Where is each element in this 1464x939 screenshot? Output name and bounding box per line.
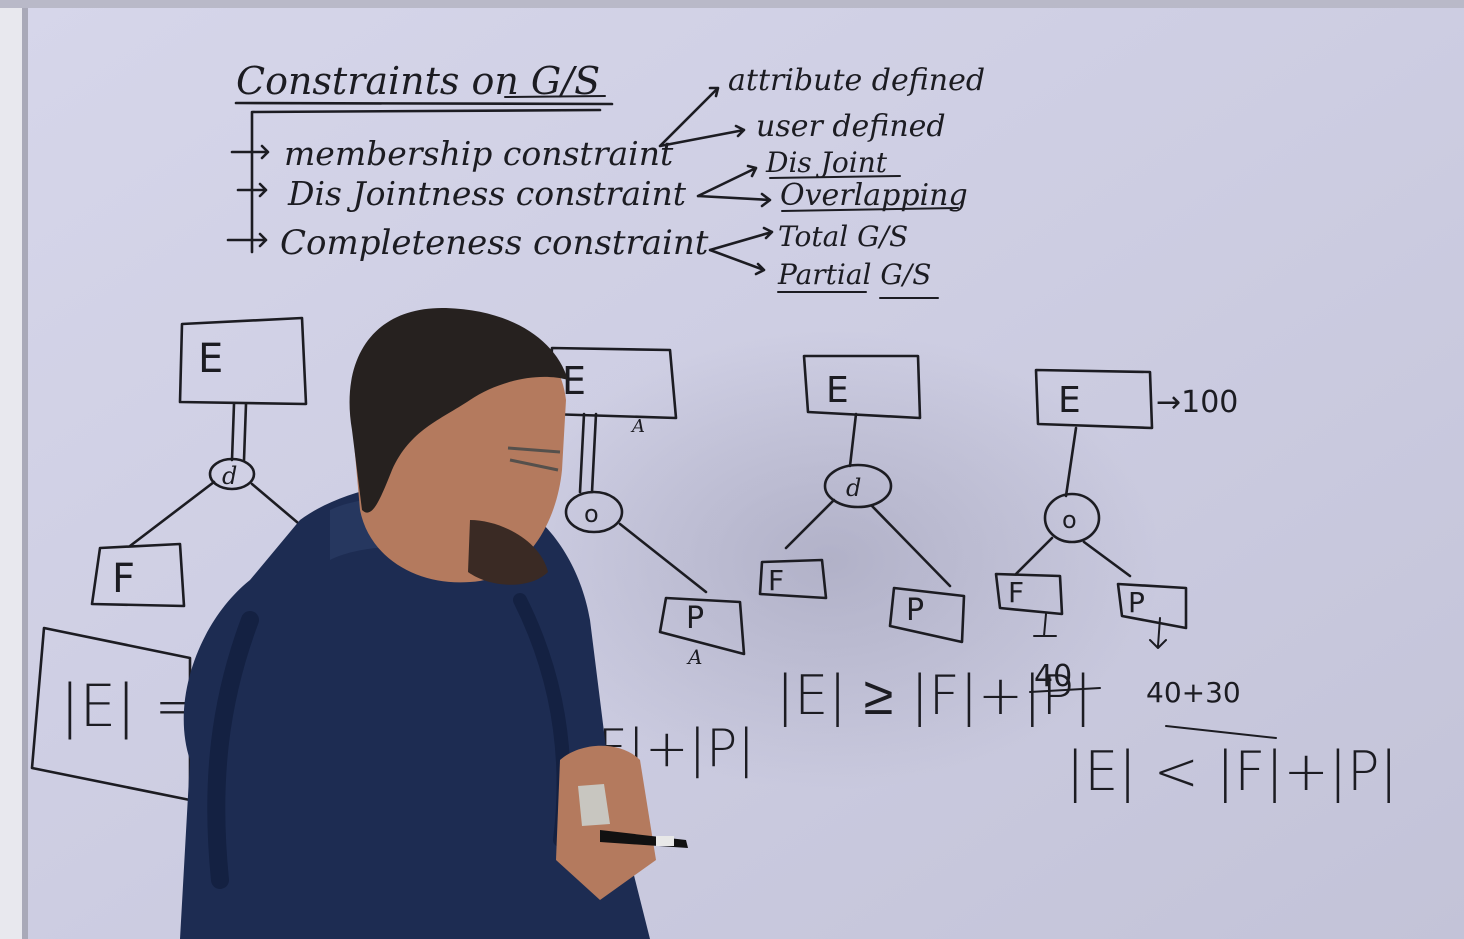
option-text: Dis Joint [765,146,888,179]
option-text: user defined [756,109,946,144]
circle-symbol: o [1062,506,1077,534]
option-text: attribute defined [728,63,985,98]
constraint-label: Dis Jointness constraint [287,174,687,213]
whiteboard: Constraints on G/S membership constraint… [0,0,1464,939]
entity-label: E [198,336,223,382]
constraint-label: membership constraint [284,134,674,173]
option-text: Total G/S [778,220,908,253]
whiteboard-scene: Constraints on G/S membership constraint… [0,0,1464,939]
constraint-label: Completeness constraint [280,223,709,263]
entity-label: F [112,556,135,602]
entity-label: F [1008,576,1024,609]
annotation-mark: A [686,645,702,669]
circle-symbol: d [222,462,237,490]
board-frame-left [0,0,22,939]
entity-label: P [1128,586,1145,619]
circle-symbol: d [846,474,861,502]
annotation-mark: A [630,416,645,437]
option-text: Partial G/S [777,258,931,291]
entity-label: E [1058,380,1081,421]
entity-label: F [768,564,784,597]
board-frame-top [0,0,1464,8]
entity-label: P [906,593,924,628]
count-text: →100 [1156,385,1238,420]
entity-label: E [562,359,586,403]
entity-label: E [826,370,849,411]
count-text: 40 [1034,659,1072,694]
count-text: 40+30 [1146,676,1241,709]
circle-symbol: o [584,500,599,528]
entity-label: P [686,601,704,636]
formula-text: |E| < |F|+|P| [1066,740,1398,803]
